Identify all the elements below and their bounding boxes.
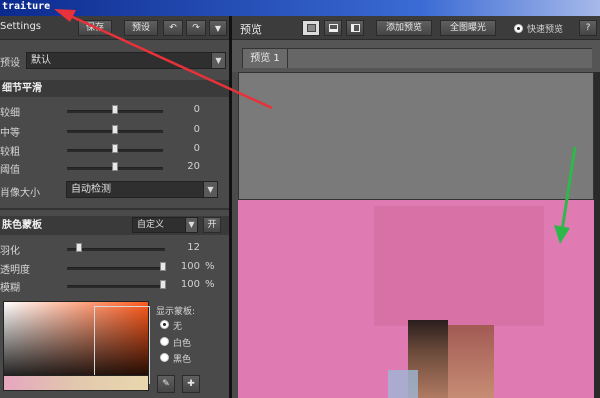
green-arrow [554,146,577,244]
red-arrow [54,9,273,110]
annotation-arrows [54,9,577,244]
